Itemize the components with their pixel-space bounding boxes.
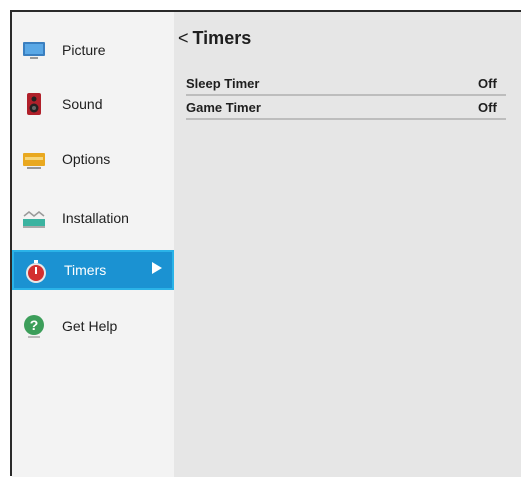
page-title: < Timers (178, 28, 251, 49)
sidebar: Picture Sound Options Installation Timer… (12, 12, 174, 477)
main-panel: < Timers Sleep Timer Off Game Timer Off (174, 12, 521, 477)
row-label: Sleep Timer (186, 76, 260, 91)
sidebar-item-options[interactable]: Options (12, 139, 174, 179)
sidebar-item-get-help[interactable]: ? Get Help (12, 306, 174, 346)
sidebar-item-label: Sound (62, 96, 103, 112)
svg-text:?: ? (30, 317, 39, 333)
options-icon (23, 153, 45, 169)
sidebar-item-installation[interactable]: Installation (12, 198, 174, 238)
speaker-icon (27, 93, 41, 115)
row-value: Off (478, 100, 497, 115)
page-title-text: Timers (192, 28, 252, 48)
sidebar-item-label: Get Help (62, 318, 118, 334)
stopwatch-icon (26, 260, 46, 283)
sidebar-item-picture[interactable]: Picture (12, 30, 174, 70)
installation-icon (23, 211, 45, 228)
row-label: Game Timer (186, 100, 261, 115)
back-button[interactable]: < (178, 28, 189, 48)
row-value: Off (478, 76, 497, 91)
sidebar-item-label: Options (62, 151, 111, 167)
sidebar-item-sound[interactable]: Sound (12, 84, 174, 124)
sidebar-item-timers[interactable]: Timers (12, 250, 174, 290)
chevron-right-icon (152, 262, 162, 274)
sidebar-item-label: Picture (62, 42, 106, 58)
picture-icon (23, 42, 45, 59)
menu-row-sleep-timer[interactable]: Sleep Timer Off (186, 74, 506, 96)
sidebar-item-label: Installation (62, 210, 129, 226)
help-icon: ? (24, 315, 44, 338)
menu-row-game-timer[interactable]: Game Timer Off (186, 98, 506, 120)
sidebar-item-label: Timers (64, 262, 107, 278)
